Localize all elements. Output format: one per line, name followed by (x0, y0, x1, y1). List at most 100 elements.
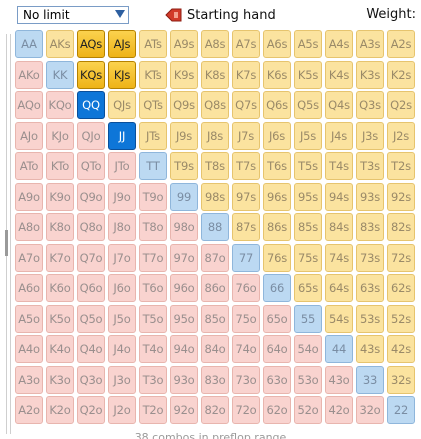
hand-cell-a3o[interactable]: A3o (15, 365, 43, 394)
hand-cell-k8s[interactable]: K8s (201, 60, 229, 89)
hand-cell-kk[interactable]: KK (46, 60, 74, 89)
hand-cell-83o[interactable]: 83o (201, 365, 229, 394)
hand-cell-85o[interactable]: 85o (201, 304, 229, 333)
hand-cell-a9o[interactable]: A9o (15, 182, 43, 211)
hand-cell-k3s[interactable]: K3s (356, 60, 384, 89)
hand-cell-a9s[interactable]: A9s (170, 30, 198, 58)
hand-cell-t3o[interactable]: T3o (139, 365, 167, 394)
hand-cell-t9o[interactable]: T9o (139, 182, 167, 211)
hand-cell-98s[interactable]: 98s (201, 182, 229, 211)
hand-cell-ajs[interactable]: AJs (108, 30, 136, 58)
hand-cell-j5s[interactable]: J5s (294, 121, 322, 150)
hand-cell-32s[interactable]: 32s (387, 365, 415, 394)
hand-cell-a8o[interactable]: A8o (15, 213, 43, 241)
hand-cell-j7s[interactable]: J7s (232, 121, 260, 150)
hand-cell-85s[interactable]: 85s (294, 213, 322, 241)
hand-cell-ajo[interactable]: AJo (15, 121, 43, 150)
hand-cell-74o[interactable]: 74o (232, 335, 260, 363)
hand-cell-66[interactable]: 66 (263, 274, 291, 302)
hand-cell-42o[interactable]: 42o (325, 396, 353, 424)
hand-cell-jts[interactable]: JTs (139, 121, 167, 150)
hand-cell-j4o[interactable]: J4o (108, 335, 136, 363)
hand-cell-kqo[interactable]: KQo (46, 91, 74, 119)
hand-cell-k7s[interactable]: K7s (232, 60, 260, 89)
hand-cell-t4o[interactable]: T4o (139, 335, 167, 363)
hand-cell-a2s[interactable]: A2s (387, 30, 415, 58)
hand-cell-77[interactable]: 77 (232, 243, 260, 272)
hand-cell-97o[interactable]: 97o (170, 243, 198, 272)
hand-cell-a4o[interactable]: A4o (15, 335, 43, 363)
hand-cell-82s[interactable]: 82s (387, 213, 415, 241)
hand-cell-63s[interactable]: 63s (356, 274, 384, 302)
hand-cell-j9o[interactable]: J9o (108, 182, 136, 211)
hand-cell-q6o[interactable]: Q6o (77, 274, 105, 302)
hand-cell-75s[interactable]: 75s (294, 243, 322, 272)
hand-cell-qjs[interactable]: QJs (108, 91, 136, 119)
hand-cell-53s[interactable]: 53s (356, 304, 384, 333)
hand-cell-54o[interactable]: 54o (294, 335, 322, 363)
hand-cell-j6s[interactable]: J6s (263, 121, 291, 150)
hand-cell-qq[interactable]: QQ (77, 91, 105, 119)
hand-cell-k9o[interactable]: K9o (46, 182, 74, 211)
hand-cell-q3o[interactable]: Q3o (77, 365, 105, 394)
hand-cell-62o[interactable]: 62o (263, 396, 291, 424)
hand-cell-aa[interactable]: AA (15, 30, 43, 58)
hand-cell-t2o[interactable]: T2o (139, 396, 167, 424)
hand-cell-93o[interactable]: 93o (170, 365, 198, 394)
hand-cell-74s[interactable]: 74s (325, 243, 353, 272)
scroll-thumb[interactable] (5, 230, 8, 256)
hand-cell-kqs[interactable]: KQs (77, 60, 105, 89)
hand-cell-92o[interactable]: 92o (170, 396, 198, 424)
hand-cell-86s[interactable]: 86s (263, 213, 291, 241)
hand-cell-j6o[interactable]: J6o (108, 274, 136, 302)
hand-cell-a3s[interactable]: A3s (356, 30, 384, 58)
hand-cell-a7o[interactable]: A7o (15, 243, 43, 272)
hand-cell-42s[interactable]: 42s (387, 335, 415, 363)
hand-cell-k7o[interactable]: K7o (46, 243, 74, 272)
hand-cell-33[interactable]: 33 (356, 365, 384, 394)
hand-cell-t7o[interactable]: T7o (139, 243, 167, 272)
hand-cell-72o[interactable]: 72o (232, 396, 260, 424)
hand-cell-j7o[interactable]: J7o (108, 243, 136, 272)
hand-cell-k6o[interactable]: K6o (46, 274, 74, 302)
hand-cell-73o[interactable]: 73o (232, 365, 260, 394)
hand-cell-kjs[interactable]: KJs (108, 60, 136, 89)
hand-cell-a6s[interactable]: A6s (263, 30, 291, 58)
hand-cell-tt[interactable]: TT (139, 152, 167, 180)
hand-cell-t6s[interactable]: T6s (263, 152, 291, 180)
hand-cell-65o[interactable]: 65o (263, 304, 291, 333)
hand-cell-32o[interactable]: 32o (356, 396, 384, 424)
hand-cell-ato[interactable]: ATo (15, 152, 43, 180)
hand-cell-88[interactable]: 88 (201, 213, 229, 241)
hand-cell-a5o[interactable]: A5o (15, 304, 43, 333)
hand-cell-53o[interactable]: 53o (294, 365, 322, 394)
hand-cell-94o[interactable]: 94o (170, 335, 198, 363)
hand-cell-96s[interactable]: 96s (263, 182, 291, 211)
hand-cell-54s[interactable]: 54s (325, 304, 353, 333)
hand-cell-a4s[interactable]: A4s (325, 30, 353, 58)
hand-cell-q4o[interactable]: Q4o (77, 335, 105, 363)
hand-cell-aqo[interactable]: AQo (15, 91, 43, 119)
hand-cell-q8o[interactable]: Q8o (77, 213, 105, 241)
hand-cell-52o[interactable]: 52o (294, 396, 322, 424)
hand-cell-k5o[interactable]: K5o (46, 304, 74, 333)
hand-cell-t3s[interactable]: T3s (356, 152, 384, 180)
hand-cell-kjo[interactable]: KJo (46, 121, 74, 150)
hand-cell-84o[interactable]: 84o (201, 335, 229, 363)
hand-cell-k3o[interactable]: K3o (46, 365, 74, 394)
hand-cell-k5s[interactable]: K5s (294, 60, 322, 89)
hand-cell-t9s[interactable]: T9s (170, 152, 198, 180)
hand-cell-kto[interactable]: KTo (46, 152, 74, 180)
hand-cell-43o[interactable]: 43o (325, 365, 353, 394)
hand-cell-q9s[interactable]: Q9s (170, 91, 198, 119)
hand-cell-ako[interactable]: AKo (15, 60, 43, 89)
hand-cell-62s[interactable]: 62s (387, 274, 415, 302)
hand-cell-j9s[interactable]: J9s (170, 121, 198, 150)
hand-cell-q5s[interactable]: Q5s (294, 91, 322, 119)
hand-cell-t8o[interactable]: T8o (139, 213, 167, 241)
hand-cell-t6o[interactable]: T6o (139, 274, 167, 302)
hand-cell-q8s[interactable]: Q8s (201, 91, 229, 119)
hand-cell-kts[interactable]: KTs (139, 60, 167, 89)
hand-cell-t5o[interactable]: T5o (139, 304, 167, 333)
hand-cell-q4s[interactable]: Q4s (325, 91, 353, 119)
